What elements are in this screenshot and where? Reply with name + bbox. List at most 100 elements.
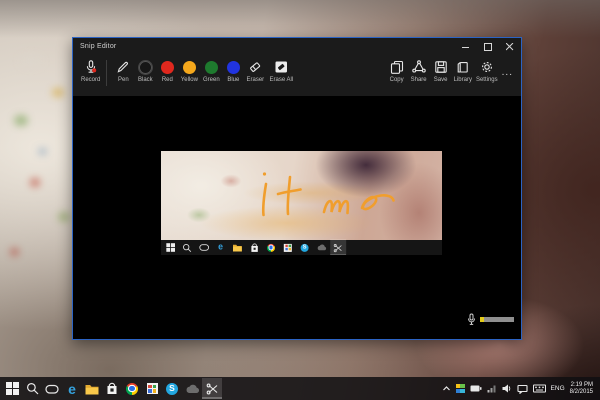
taskbar-onedrive-button[interactable] <box>182 378 202 399</box>
windows-logo-icon <box>6 382 19 395</box>
task-view-icon <box>45 383 59 395</box>
colored-app-icon <box>456 384 465 393</box>
hidden-icons-button[interactable] <box>442 385 451 392</box>
network-button[interactable] <box>487 384 497 393</box>
tray-app-button[interactable] <box>456 384 465 393</box>
share-icon <box>411 59 427 75</box>
action-center-button[interactable] <box>517 384 528 394</box>
photos-grid-icon <box>147 383 158 394</box>
battery-button[interactable] <box>470 384 482 393</box>
mic-volume-level <box>480 317 484 322</box>
taskbar-file-explorer-button[interactable] <box>82 378 102 399</box>
taskbar-store-button[interactable] <box>102 378 122 399</box>
minimize-icon <box>462 43 470 51</box>
copy-button[interactable]: Copy <box>386 58 408 84</box>
task-view-button[interactable] <box>42 378 62 399</box>
color-yellow-button[interactable]: Yellow <box>178 58 200 84</box>
windows-taskbar: e S <box>0 377 600 400</box>
record-button[interactable]: Record <box>79 58 102 84</box>
screenshot-task-view-icon <box>196 239 212 255</box>
touch-keyboard-icon <box>533 384 546 393</box>
taskbar-photos-button[interactable] <box>142 378 162 399</box>
blue-swatch-icon <box>227 61 240 74</box>
volume-button[interactable] <box>502 384 512 393</box>
more-options-button[interactable]: ... <box>500 67 517 88</box>
wallpaper-speckle <box>30 178 40 187</box>
screenshot-skype-icon: S <box>297 239 313 255</box>
close-button[interactable] <box>499 38 521 55</box>
wallpaper-speckle <box>38 148 47 155</box>
eraser-button[interactable]: Eraser <box>244 58 266 84</box>
screenshot-snip-editor-icon <box>330 239 346 255</box>
color-red-label: Red <box>162 77 173 83</box>
library-label: Library <box>454 77 472 83</box>
erase-all-icon <box>273 59 289 75</box>
color-green-label: Green <box>203 77 220 83</box>
toolbar-separator <box>106 60 107 86</box>
clock-time: 2:19 PM <box>570 382 593 389</box>
snip-scissors-icon <box>206 382 219 395</box>
library-button[interactable]: Library <box>452 58 474 84</box>
mic-volume-bar[interactable] <box>480 317 514 322</box>
color-black-label: Black <box>138 77 153 83</box>
color-blue-button[interactable]: Blue <box>222 58 244 84</box>
green-swatch-icon <box>205 61 218 74</box>
microphone-record-icon <box>83 59 99 75</box>
search-icon <box>26 382 39 395</box>
maximize-icon <box>484 43 492 51</box>
share-button[interactable]: Share <box>408 58 430 84</box>
save-button[interactable]: Save <box>430 58 452 84</box>
color-yellow-label: Yellow <box>181 77 198 83</box>
gear-icon <box>479 59 495 75</box>
edge-icon: e <box>68 382 76 396</box>
erase-all-label: Erase All <box>270 77 294 83</box>
settings-button[interactable]: Settings <box>474 58 500 84</box>
library-icon <box>455 59 471 75</box>
language-indicator[interactable]: ENG <box>551 385 565 392</box>
share-label: Share <box>411 77 427 83</box>
taskbar-search-button[interactable] <box>22 378 42 399</box>
wallpaper-speckle <box>58 212 70 222</box>
yellow-swatch-icon <box>183 61 196 74</box>
onedrive-cloud-icon <box>185 384 200 394</box>
taskbar-clock[interactable]: 2:19 PM 8/2/2015 <box>570 382 593 396</box>
start-button[interactable] <box>2 378 22 399</box>
chevron-up-icon <box>442 385 451 392</box>
maximize-button[interactable] <box>477 38 499 55</box>
battery-icon <box>470 384 482 393</box>
copy-icon <box>389 59 405 75</box>
record-label: Record <box>81 77 100 83</box>
file-explorer-icon <box>85 383 99 395</box>
taskbar-edge-button[interactable]: e <box>62 378 82 399</box>
touch-keyboard-button[interactable] <box>533 384 546 393</box>
wallpaper-speckle <box>14 115 28 126</box>
title-bar: Snip Editor <box>73 38 521 55</box>
taskbar-skype-button[interactable]: S <box>162 378 182 399</box>
speaker-icon <box>502 384 512 393</box>
screenshot-chrome-icon <box>263 239 279 255</box>
color-black-button[interactable]: Black <box>134 58 156 84</box>
captured-screenshot: e S <box>161 151 442 255</box>
store-icon <box>106 382 118 395</box>
close-icon <box>506 43 514 51</box>
color-green-button[interactable]: Green <box>200 58 222 84</box>
pen-button[interactable]: Pen <box>112 58 134 84</box>
handwritten-annotation <box>161 151 442 240</box>
taskbar-chrome-button[interactable] <box>122 378 142 399</box>
screenshot-search-icon <box>179 239 195 255</box>
screenshot-edge-icon: e <box>213 239 229 255</box>
snip-editor-window: Snip Editor R <box>72 37 522 340</box>
action-center-icon <box>517 384 528 394</box>
color-blue-label: Blue <box>227 77 239 83</box>
minimize-button[interactable] <box>455 38 477 55</box>
pen-label: Pen <box>118 77 129 83</box>
screenshot-onedrive-icon <box>313 239 329 255</box>
taskbar-snip-editor-button[interactable] <box>202 378 222 399</box>
color-red-button[interactable]: Red <box>156 58 178 84</box>
edit-canvas: e S <box>73 96 521 339</box>
erase-all-button[interactable]: Erase All <box>266 58 296 84</box>
system-tray: ENG 2:19 PM 8/2/2015 <box>442 382 596 396</box>
mic-level-meter <box>467 313 514 326</box>
copy-label: Copy <box>390 77 404 83</box>
save-label: Save <box>434 77 448 83</box>
